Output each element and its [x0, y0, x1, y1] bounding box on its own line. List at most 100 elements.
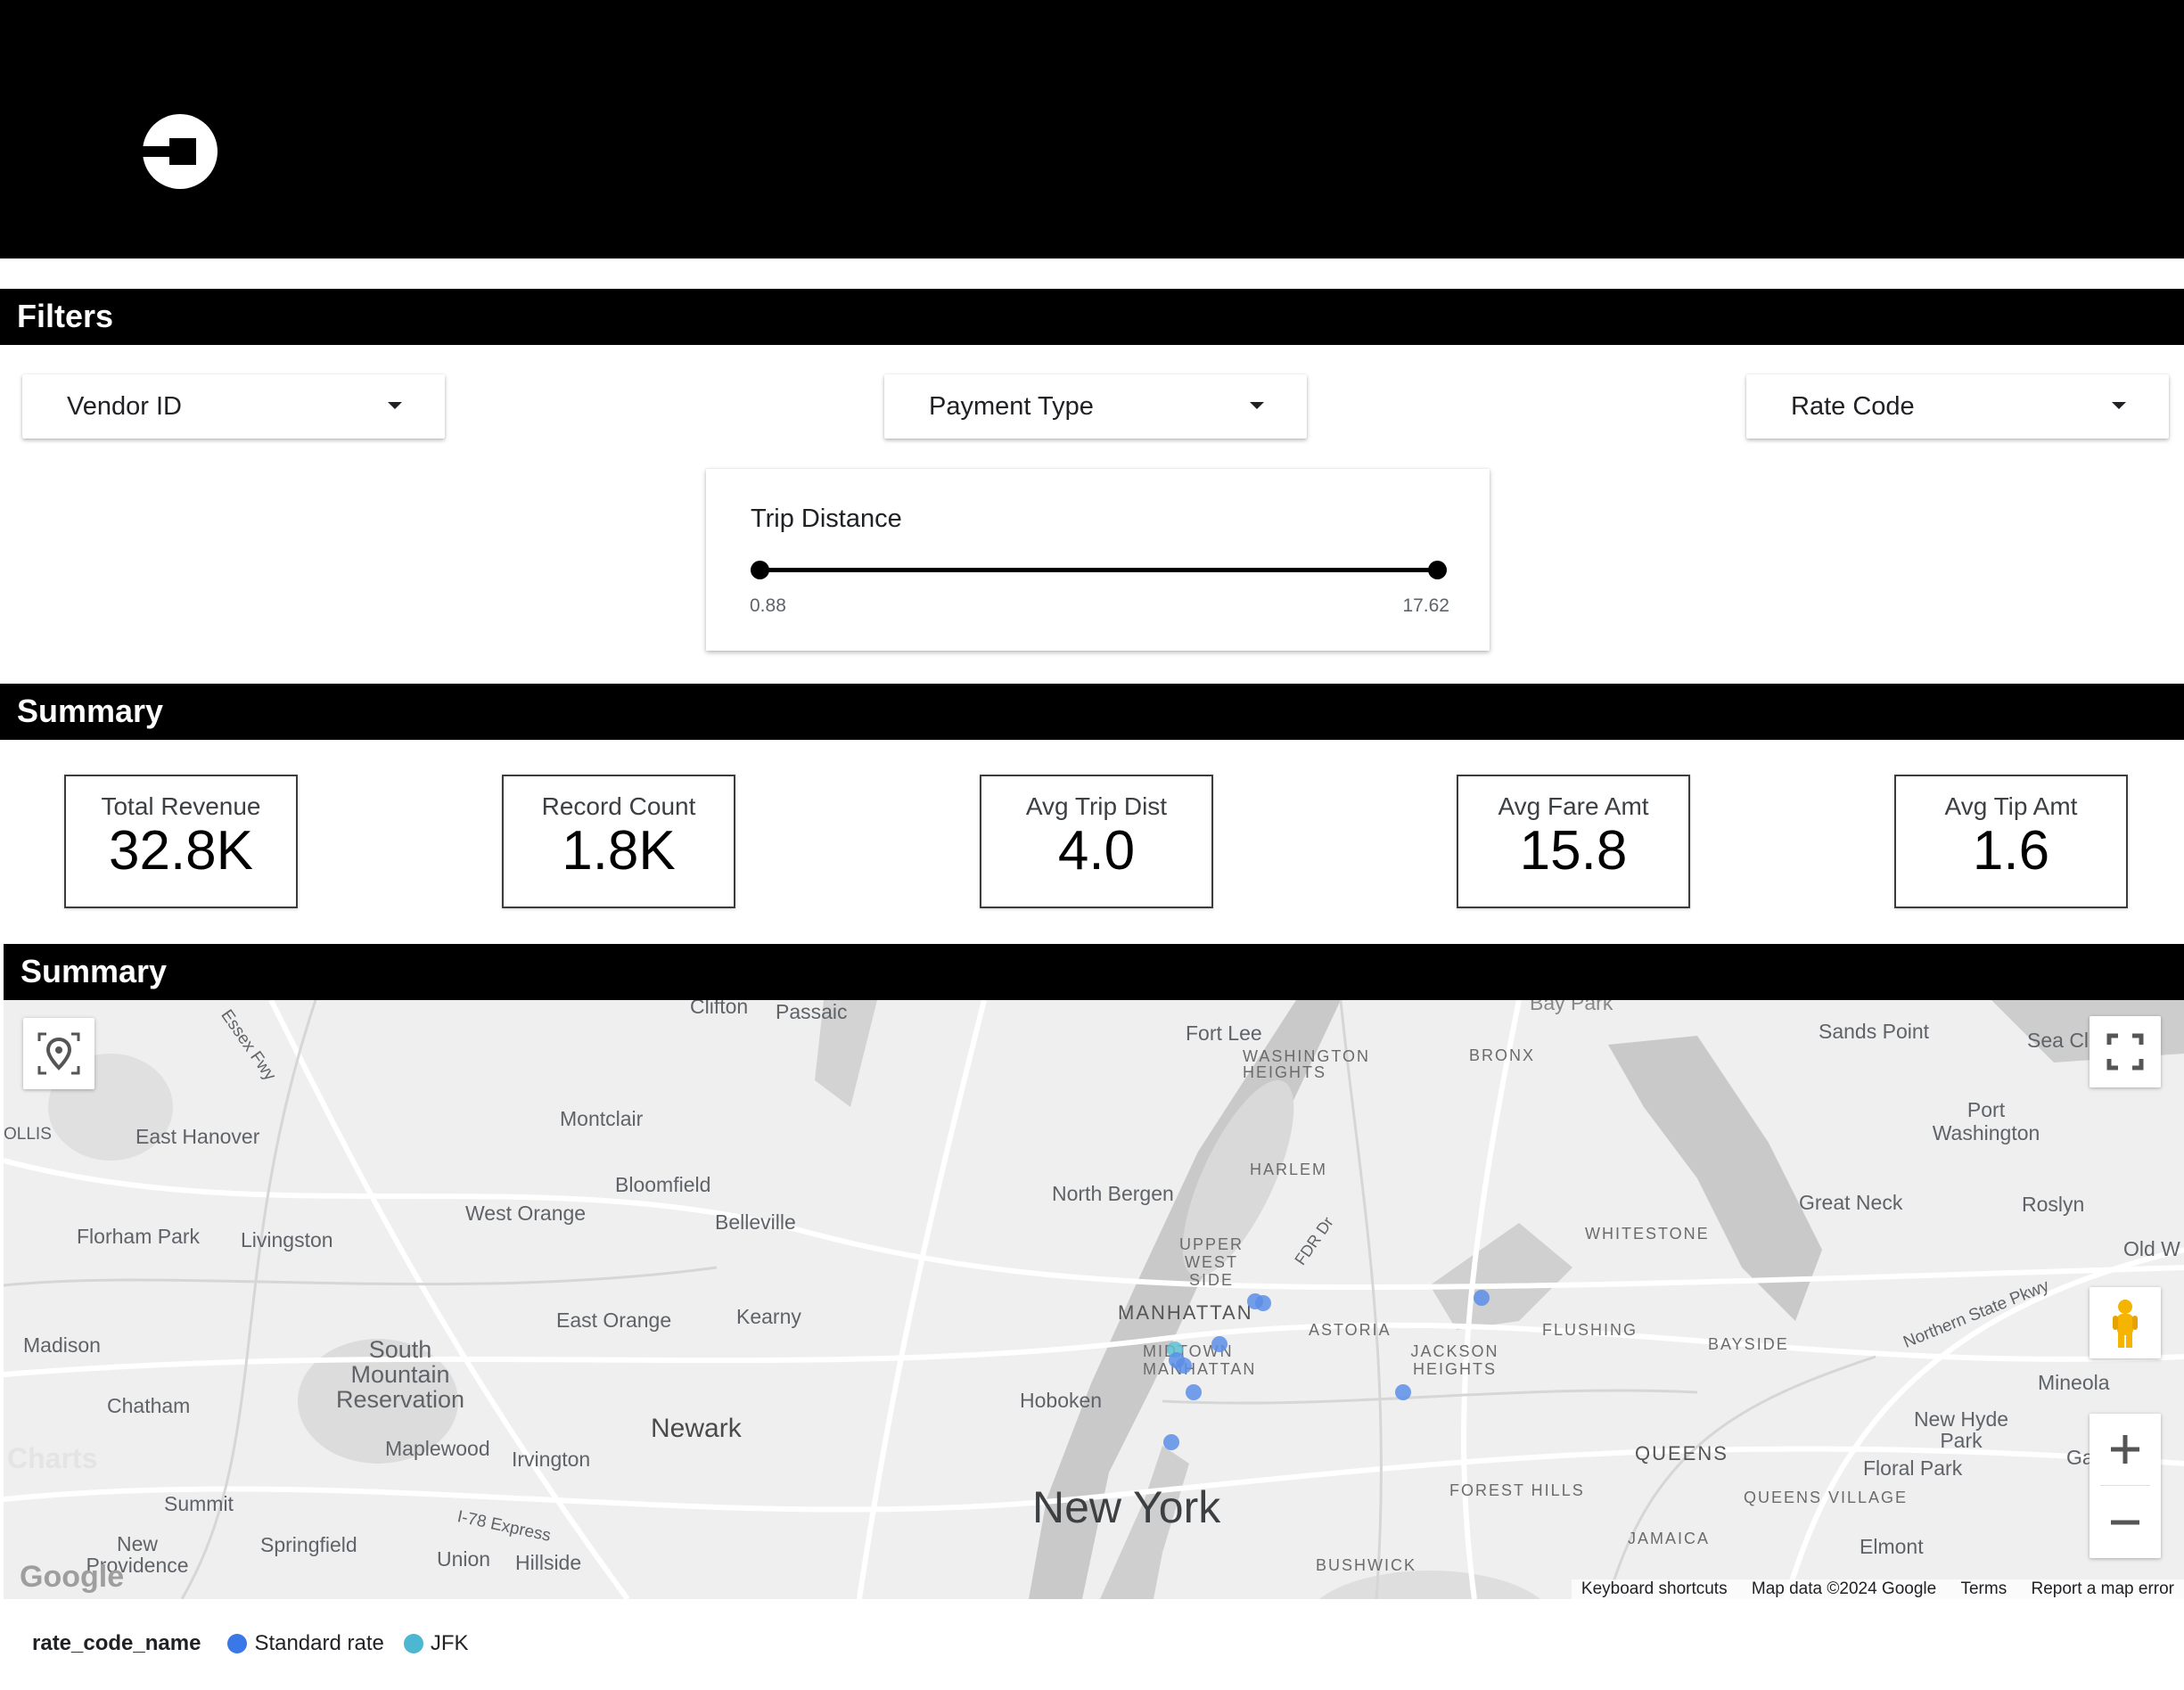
map-view[interactable]: Clifton Passaic Fort Lee WASHINGTON HEIG… [4, 1000, 2184, 1599]
terms-link[interactable]: Terms [1960, 1579, 2007, 1598]
kpi-value: 32.8K [108, 820, 254, 882]
map-label-harlem: HARLEM [1250, 1161, 1328, 1178]
map-label-flushing: FLUSHING [1542, 1321, 1638, 1339]
map-label-bayside: BAYSIDE [1708, 1335, 1789, 1353]
trip-distance-filter: Trip Distance 0.88 17.62 [706, 469, 1490, 651]
filters-title: Filters [17, 298, 114, 334]
kpi-avg-tip-amt: Avg Tip Amt 1.6 [1894, 775, 2128, 908]
map-label-bushwick: BUSHWICK [1316, 1556, 1417, 1574]
kpi-label: Avg Tip Amt [1944, 792, 2078, 820]
map-label-passaic: Passaic [776, 1000, 848, 1023]
map-label-bloomfield: Bloomfield [615, 1173, 711, 1196]
legend-item-jfk[interactable]: JFK [403, 1631, 469, 1656]
map-label-astoria: ASTORIA [1309, 1321, 1392, 1339]
map-label-springfield: Springfield [260, 1533, 357, 1556]
map-label-hillside: Hillside [515, 1551, 582, 1574]
vendor-id-dropdown[interactable]: Vendor ID [22, 374, 445, 439]
zoom-control [2090, 1414, 2161, 1558]
kpi-avg-fare-amt: Avg Fare Amt 15.8 [1457, 775, 1690, 908]
legend-swatch [227, 1634, 248, 1653]
map-label-kearny: Kearny [736, 1305, 801, 1328]
map-label-irvington: Irvington [512, 1448, 591, 1471]
map-label-florham-park: Florham Park [77, 1225, 201, 1248]
kpi-value: 1.6 [1972, 820, 2050, 882]
map-label-sea-cliff: Sea Cl [2027, 1029, 2090, 1052]
map-label-montclair: Montclair [560, 1107, 644, 1130]
map-section-header: Summary [4, 944, 2184, 1000]
map-label-whitestone: WHITESTONE [1585, 1225, 1710, 1243]
google-logo[interactable]: Google [20, 1560, 124, 1595]
kpi-record-count: Record Count 1.8K [502, 775, 735, 908]
map-label-sands-point: Sands Point [1819, 1020, 1930, 1043]
payment-type-label: Payment Type [929, 392, 1094, 421]
app-header [0, 0, 2184, 258]
kpi-label: Avg Fare Amt [1498, 792, 1649, 820]
legend-label: Standard rate [254, 1631, 384, 1655]
map-label-floral-park: Floral Park [1863, 1456, 1963, 1480]
uber-logo-icon[interactable] [143, 114, 218, 189]
plus-icon[interactable] [2090, 1414, 2161, 1485]
kpi-total-revenue: Total Revenue 32.8K [64, 775, 298, 908]
map-label-south-mountain: South Mountain Reservation [335, 1336, 465, 1413]
slider-max-handle[interactable] [1428, 561, 1447, 579]
report-map-error-link[interactable]: Report a map error [2031, 1579, 2174, 1598]
map-attribution: Keyboard shortcuts Map data ©2024 Google… [1571, 1579, 2184, 1599]
rate-code-label: Rate Code [1791, 392, 1915, 421]
slider-max-value: 17.62 [1402, 595, 1449, 616]
map-label-elmont: Elmont [1860, 1535, 1924, 1558]
kpi-label: Record Count [541, 792, 696, 820]
map-label-union: Union [437, 1547, 491, 1571]
kpi-label: Avg Trip Dist [1025, 792, 1168, 820]
map-label-upper-west-side: UPPER WEST SIDE [1178, 1235, 1244, 1289]
chevron-down-icon [1250, 402, 1264, 409]
map-label-old-w: Old W [2123, 1237, 2180, 1260]
map-label-great-neck: Great Neck [1799, 1191, 1903, 1214]
legend-title: rate_code_name [32, 1631, 201, 1655]
map-label-queens-village: QUEENS VILLAGE [1744, 1489, 1909, 1506]
fullscreen-icon[interactable] [2090, 1016, 2161, 1087]
map-label-belleville: Belleville [715, 1210, 796, 1234]
map-label-new-hyde-park: New Hyde Park [1913, 1407, 2009, 1452]
map-label-manhattan: MANHATTAN [1118, 1301, 1253, 1324]
slider-min-handle[interactable] [751, 561, 769, 579]
kpi-value: 4.0 [1057, 820, 1136, 882]
map-label-madison: Madison [23, 1333, 101, 1357]
slider-track[interactable] [759, 568, 1437, 572]
minus-icon[interactable] [2090, 1487, 2161, 1558]
keyboard-shortcuts-link[interactable]: Keyboard shortcuts [1581, 1579, 1728, 1598]
chevron-down-icon [2112, 402, 2126, 409]
chevron-down-icon [388, 402, 402, 409]
pegman-icon[interactable] [2090, 1287, 2161, 1358]
map-label-washington-heights: WASHINGTON HEIGHTS [1243, 1047, 1371, 1081]
kpi-value: 15.8 [1519, 820, 1628, 882]
map-label-newark: Newark [651, 1414, 742, 1443]
map-label-hoboken: Hoboken [1020, 1389, 1103, 1412]
map-label-bronx: BRONX [1469, 1046, 1536, 1064]
summary-title: Summary [17, 693, 164, 729]
map-legend: rate_code_name Standard rate JFK [32, 1631, 489, 1656]
map-label-livingston: Livingston [241, 1228, 333, 1251]
filters-section-header: Filters [0, 289, 2184, 345]
map-label-east-hanover: East Hanover [135, 1125, 260, 1148]
map-label-midtown: MIDTOWN MANHATTAN [1143, 1342, 1257, 1378]
vendor-id-label: Vendor ID [67, 392, 182, 421]
map-label-forest-hills: FOREST HILLS [1449, 1481, 1585, 1499]
map-label-new-york: New York [1032, 1482, 1221, 1532]
map-label-summit: Summit [164, 1492, 234, 1515]
map-label-ollis: OLLIS [4, 1125, 52, 1144]
legend-swatch [403, 1634, 423, 1653]
map-label-fort-lee: Fort Lee [1186, 1021, 1262, 1045]
map-label-west-orange: West Orange [465, 1202, 587, 1225]
map-label-mineola: Mineola [2038, 1371, 2110, 1394]
location-pin-icon[interactable] [23, 1018, 94, 1089]
summary-section-header: Summary [0, 684, 2184, 740]
payment-type-dropdown[interactable]: Payment Type [884, 374, 1307, 439]
map-label-maplewood: Maplewood [385, 1437, 490, 1460]
legend-item-standard-rate[interactable]: Standard rate [227, 1631, 384, 1656]
map-label-east-orange: East Orange [556, 1309, 672, 1332]
rate-code-dropdown[interactable]: Rate Code [1746, 374, 2169, 439]
map-label-bay-park: Bay Park [1530, 1000, 1613, 1014]
map-label-jackson-heights: JACKSON HEIGHTS [1410, 1342, 1499, 1378]
map-label-port-washington: Port Washington [1932, 1098, 2040, 1144]
map-label-chatham: Chatham [107, 1394, 191, 1417]
